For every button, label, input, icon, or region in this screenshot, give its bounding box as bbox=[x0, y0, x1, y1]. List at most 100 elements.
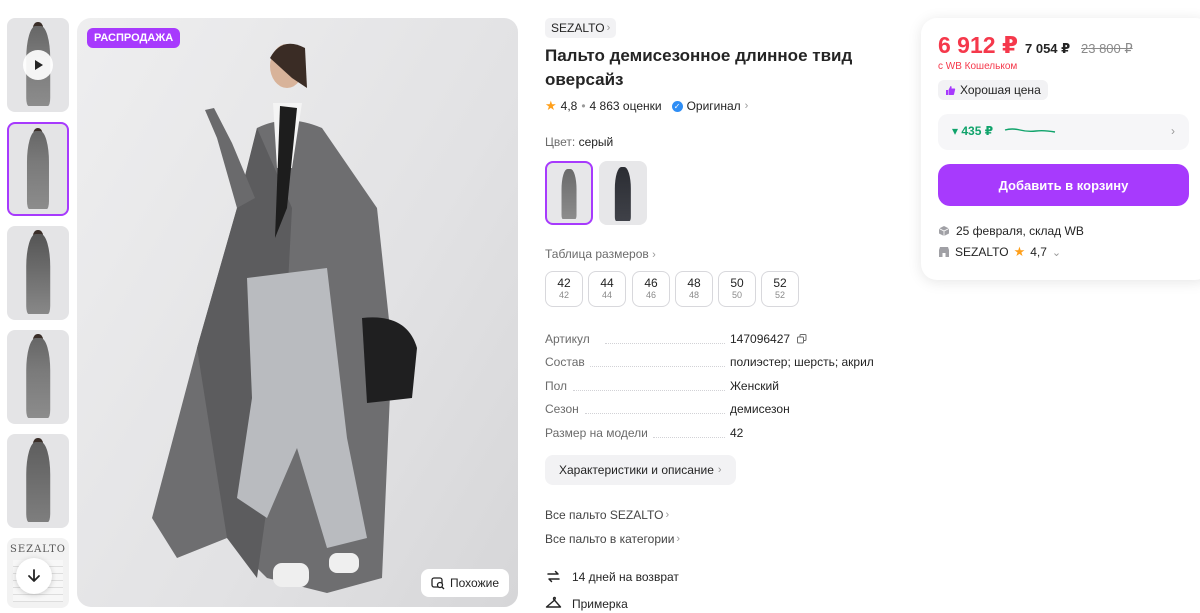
size-sub: 48 bbox=[688, 290, 699, 300]
chevron-down-icon: ⌄ bbox=[1051, 246, 1062, 259]
spec-key: Состав bbox=[545, 355, 585, 369]
size-table-label: Таблица размеров bbox=[545, 247, 649, 261]
color-value: серый bbox=[578, 135, 614, 149]
product-title: Пальто демисезонное длинное твид оверсай… bbox=[545, 46, 853, 89]
good-price-badge: Хорошая цена bbox=[938, 80, 1048, 100]
spec-row-composition: Состав полиэстер; шерсть; акрил bbox=[545, 355, 885, 371]
price-trend-value: ▾ 435 ₽ bbox=[952, 124, 994, 138]
brand-link[interactable]: SEZALTO › bbox=[545, 18, 617, 38]
image-search-icon bbox=[431, 577, 445, 590]
seller-rating: 4,7 bbox=[1030, 245, 1047, 259]
original-label[interactable]: Оригинал bbox=[687, 99, 741, 113]
size-ru: 52 bbox=[773, 276, 787, 290]
delivery-info: 25 февраля, склад WB bbox=[938, 224, 1084, 238]
similar-label: Похожие bbox=[450, 576, 499, 590]
size-ru: 44 bbox=[600, 276, 614, 290]
chevron-right-icon: › bbox=[652, 249, 656, 261]
scroll-down-button[interactable] bbox=[16, 558, 52, 594]
seller-info[interactable]: SEZALTO ★ 4,7 ⌄ bbox=[938, 244, 1061, 260]
rating-value: 4,8 bbox=[560, 99, 578, 113]
thumbnail-photo-1[interactable] bbox=[7, 122, 69, 216]
size-sub: 44 bbox=[601, 290, 612, 300]
purchase-card: 6 912 ₽ 7 054 ₽ 23 800 ₽ с WB Кошельком … bbox=[921, 18, 1200, 280]
color-label: Цвет: серый bbox=[545, 135, 613, 149]
color-swatch-grey[interactable] bbox=[545, 161, 593, 225]
size-option[interactable]: 42 42 bbox=[545, 271, 583, 307]
thumbnail-video[interactable] bbox=[7, 18, 69, 112]
main-product-image[interactable]: РАСПРОДАЖА Похожие bbox=[77, 18, 518, 607]
chevron-right-icon: › bbox=[1171, 124, 1175, 138]
chevron-right-icon: › bbox=[676, 533, 681, 545]
spec-row-gender: Пол Женский bbox=[545, 379, 885, 395]
regular-price: 7 054 ₽ bbox=[1025, 41, 1071, 56]
color-swatch-dark[interactable] bbox=[599, 161, 647, 225]
characteristics-button[interactable]: Характеристики и описание › bbox=[545, 455, 736, 485]
size-ru: 42 bbox=[557, 276, 571, 290]
spec-value: Женский bbox=[730, 379, 779, 393]
separator-dot: • bbox=[581, 99, 586, 113]
size-option[interactable]: 52 52 bbox=[761, 271, 799, 307]
wallet-price: 6 912 ₽ bbox=[938, 32, 1018, 58]
star-icon: ★ bbox=[545, 98, 557, 113]
size-sub: 50 bbox=[731, 290, 742, 300]
product-photo bbox=[152, 43, 417, 593]
thumbnail-photo-2[interactable] bbox=[7, 226, 69, 320]
chevron-right-icon: › bbox=[717, 464, 722, 476]
spec-key: Сезон bbox=[545, 402, 579, 416]
spec-key: Размер на модели bbox=[545, 426, 648, 440]
size-option[interactable]: 50 50 bbox=[718, 271, 756, 307]
spec-row-model-size: Размер на модели 42 bbox=[545, 426, 885, 442]
size-sub: 52 bbox=[774, 290, 785, 300]
chevron-right-icon: › bbox=[606, 22, 611, 34]
shop-icon bbox=[939, 247, 949, 257]
chevron-right-icon: › bbox=[744, 100, 749, 112]
service-return: 14 дней на возврат bbox=[545, 568, 679, 585]
spec-key: Пол bbox=[545, 379, 568, 393]
link-label: Все пальто SEZALTO bbox=[545, 508, 664, 522]
spec-value: полиэстер; шерсть; акрил bbox=[730, 355, 874, 369]
chevron-right-icon: › bbox=[665, 509, 670, 521]
link-label: Все пальто в категории bbox=[545, 532, 675, 546]
size-ru: 48 bbox=[687, 276, 701, 290]
size-option[interactable]: 44 44 bbox=[588, 271, 626, 307]
sale-badge: РАСПРОДАЖА bbox=[87, 28, 181, 48]
check-badge-icon: ✓ bbox=[671, 100, 683, 112]
play-icon bbox=[23, 50, 53, 80]
box-icon bbox=[938, 226, 950, 236]
spec-value: 42 bbox=[730, 426, 744, 440]
star-icon: ★ bbox=[1013, 244, 1026, 259]
spec-value: 147096427 bbox=[730, 332, 791, 346]
arrow-down-icon bbox=[28, 569, 40, 582]
delivery-text: 25 февраля, склад WB bbox=[956, 224, 1084, 238]
size-ru: 46 bbox=[644, 276, 658, 290]
link-all-category[interactable]: Все пальто в категории › bbox=[545, 532, 680, 546]
characteristics-label: Характеристики и описание bbox=[559, 463, 714, 477]
thumbnail-brand-text: SEZALTO bbox=[9, 544, 66, 555]
color-label-text: Цвет: bbox=[545, 135, 576, 149]
seller-name: SEZALTO bbox=[955, 245, 1009, 259]
similar-button[interactable]: Похожие bbox=[421, 569, 509, 597]
size-ru: 50 bbox=[730, 276, 744, 290]
brand-name: SEZALTO bbox=[551, 21, 605, 35]
spec-value: демисезон bbox=[730, 402, 790, 416]
good-price-label: Хорошая цена bbox=[960, 83, 1041, 97]
link-all-brand[interactable]: Все пальто SEZALTO › bbox=[545, 508, 669, 522]
copy-icon[interactable] bbox=[797, 334, 807, 344]
return-arrows-icon bbox=[547, 570, 560, 583]
price-trend[interactable]: ▾ 435 ₽ › bbox=[938, 114, 1189, 150]
service-fitting: Примерка bbox=[545, 595, 628, 612]
thumbs-up-icon bbox=[946, 85, 956, 95]
spec-row-season: Сезон демисезон bbox=[545, 402, 885, 418]
size-option[interactable]: 48 48 bbox=[675, 271, 713, 307]
size-sub: 46 bbox=[645, 290, 656, 300]
reviews-count[interactable]: 4 863 оценки bbox=[590, 99, 662, 113]
service-label: Примерка bbox=[572, 596, 628, 611]
add-to-cart-button[interactable]: Добавить в корзину bbox=[938, 164, 1189, 206]
thumbnail-photo-3[interactable] bbox=[7, 330, 69, 424]
spec-row-article: Артикул 147096427 bbox=[545, 332, 885, 348]
size-option[interactable]: 46 46 bbox=[632, 271, 670, 307]
size-table-link[interactable]: Таблица размеров › bbox=[545, 247, 656, 261]
old-price: 23 800 ₽ bbox=[1081, 41, 1133, 56]
thumbnail-photo-4[interactable] bbox=[7, 434, 69, 528]
hanger-icon bbox=[545, 596, 562, 608]
